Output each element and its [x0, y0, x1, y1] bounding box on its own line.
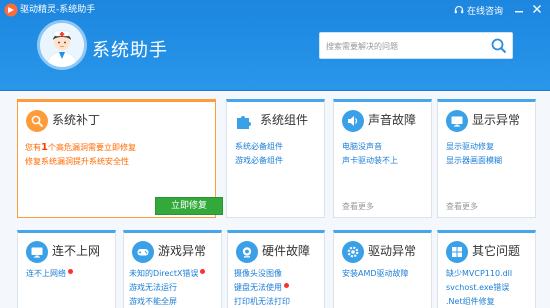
network-monitor-icon — [26, 241, 48, 263]
system-patch-card: 系统补丁 您有1个高危漏洞需要立即修复 修复系统漏洞提升系统安全性 立即修复 — [17, 99, 223, 218]
link-display-driver-fix[interactable]: 显示驱动修复 — [446, 142, 494, 152]
driver-error-card: 驱动异常 安装AMD驱动故障 — [333, 230, 432, 308]
other-issues-card: 其它问题 缺少MVCP110.dll svchost.exe错误 .Net组件修… — [437, 230, 536, 308]
gamepad-icon — [132, 241, 154, 263]
game-link-row-1: 未知的DirectX错误 — [129, 269, 206, 279]
search-input[interactable] — [326, 37, 486, 55]
display-error-title: 显示异常 — [472, 113, 521, 127]
game-error-title: 游戏异常 — [158, 244, 207, 258]
header: 驱动精灵-系统助手 在线咨询 系统助手 搜索需要解决的问题 — [0, 0, 550, 91]
link-game-fullscreen[interactable]: 游戏不能全屏 — [129, 297, 177, 307]
link-system-essential[interactable]: 系统必备组件 — [235, 142, 283, 152]
network-title: 连不上网 — [52, 244, 101, 258]
link-screen-blurry[interactable]: 显示器画面模糊 — [446, 156, 502, 166]
other-issues-title: 其它问题 — [472, 244, 521, 258]
puzzle-icon — [233, 110, 255, 132]
patch-warning-prefix: 您有 — [25, 143, 41, 152]
assistant-avatar — [37, 20, 87, 70]
sound-fault-card: 声音故障 电脑没声音 声卡驱动装不上 查看更多 — [333, 99, 432, 218]
online-consult-label: 在线咨询 — [467, 6, 504, 17]
sound-see-more-link[interactable]: 查看更多 — [342, 202, 374, 212]
link-svchost-error[interactable]: svchost.exe错误 — [446, 283, 509, 293]
hardware-fault-card: 硬件故障 摄像头没图像 键盘无法使用 打印机无法打印 — [227, 230, 325, 308]
alert-dot — [200, 269, 206, 274]
link-no-sound[interactable]: 电脑没声音 — [342, 142, 382, 152]
title-bar: 驱动精灵-系统助手 在线咨询 — [0, 0, 550, 20]
network-link-row: 连不上网络 — [26, 269, 73, 279]
link-game-cannot-run[interactable]: 游戏无法运行 — [129, 283, 177, 293]
link-missing-msvcp110[interactable]: 缺少MVCP110.dll — [446, 269, 512, 279]
link-cannot-connect[interactable]: 连不上网络 — [26, 269, 66, 278]
system-patch-title: 系统补丁 — [52, 113, 101, 127]
close-icon[interactable] — [530, 2, 544, 16]
display-see-more-link[interactable]: 查看更多 — [446, 202, 478, 212]
link-amd-driver-fault[interactable]: 安装AMD驱动故障 — [342, 269, 409, 279]
system-component-card: 系统组件 系统必备组件 游戏必备组件 — [226, 99, 325, 218]
sound-fault-title: 声音故障 — [368, 113, 417, 127]
monitor-icon — [446, 110, 468, 132]
link-keyboard-unusable[interactable]: 键盘无法使用 — [234, 283, 282, 292]
hardware-link-row-2: 键盘无法使用 — [234, 283, 289, 293]
minimize-icon[interactable] — [512, 2, 526, 16]
headset-icon — [454, 5, 464, 14]
app-logo-icon — [4, 3, 18, 17]
alert-dot — [284, 283, 289, 288]
link-directx-error[interactable]: 未知的DirectX错误 — [129, 269, 198, 278]
link-dotnet-repair[interactable]: .Net组件修复 — [446, 297, 495, 307]
link-printer-cannot-print[interactable]: 打印机无法打印 — [234, 297, 290, 307]
patch-warning-text: 您有1个高危漏洞需要立即修复 — [25, 143, 136, 153]
link-sound-driver-install[interactable]: 声卡驱动装不上 — [342, 156, 398, 166]
fix-now-button[interactable]: 立即修复 — [155, 197, 223, 215]
game-error-card: 游戏异常 未知的DirectX错误 游戏无法运行 游戏不能全屏 — [123, 230, 222, 308]
search-icon[interactable] — [490, 37, 508, 55]
settings-icon — [342, 241, 364, 263]
driver-error-title: 驱动异常 — [368, 244, 417, 258]
online-consult-button[interactable]: 在线咨询 — [454, 3, 503, 17]
page-title: 系统助手 — [92, 40, 168, 61]
link-game-essential[interactable]: 游戏必备组件 — [235, 156, 283, 166]
doctor-icon — [40, 23, 84, 67]
patch-tip-text: 修复系统漏洞提升系统安全性 — [25, 157, 129, 166]
alert-dot — [68, 269, 73, 274]
camera-icon — [236, 241, 258, 263]
speaker-icon — [342, 110, 364, 132]
hardware-fault-title: 硬件故障 — [262, 244, 311, 258]
patch-count: 1 — [41, 142, 48, 153]
network-card: 连不上网 连不上网络 — [17, 230, 116, 308]
windows-icon — [446, 241, 468, 263]
patch-warning-suffix: 个高危漏洞需要立即修复 — [47, 143, 136, 152]
display-error-card: 显示异常 显示驱动修复 显示器画面模糊 查看更多 — [437, 99, 536, 218]
patch-icon — [26, 110, 48, 132]
search-box — [319, 32, 513, 59]
system-component-title: 系统组件 — [260, 113, 309, 127]
link-camera-no-image[interactable]: 摄像头没图像 — [234, 269, 282, 279]
app-title: 驱动精灵-系统助手 — [20, 5, 96, 15]
